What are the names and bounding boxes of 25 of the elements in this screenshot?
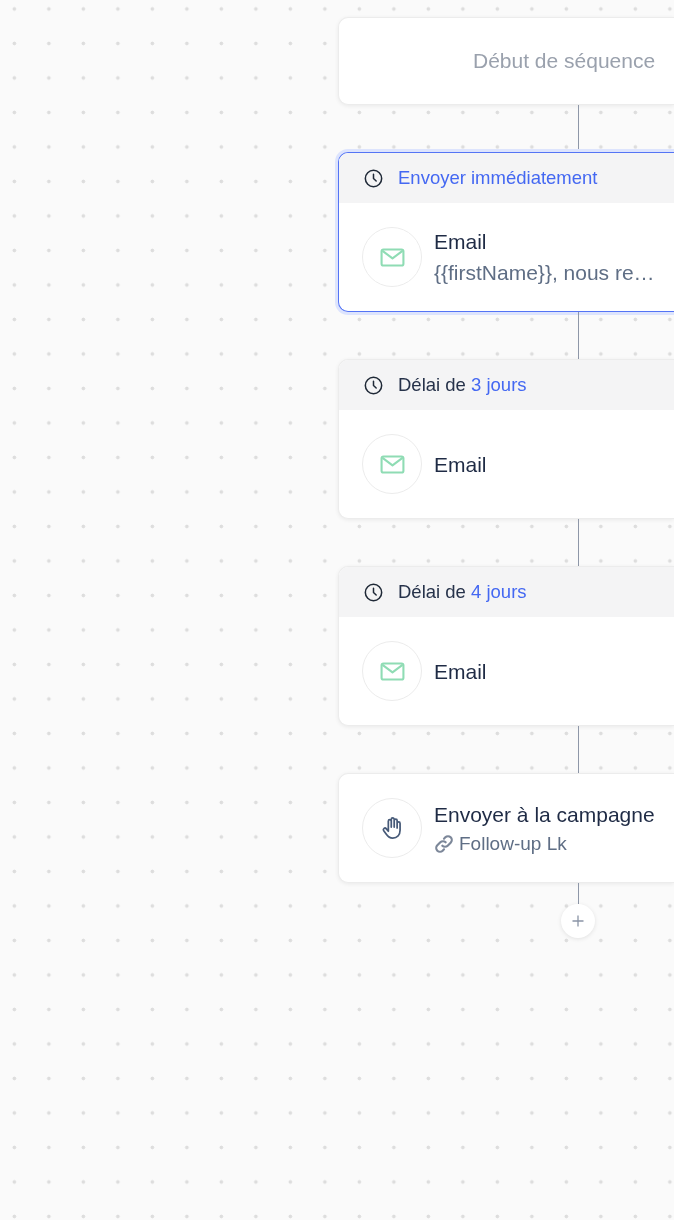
connector-line [578, 726, 579, 773]
delay-label: Délai de 4 jours [398, 581, 527, 603]
link-icon [434, 833, 454, 854]
add-step-button[interactable] [561, 904, 595, 938]
step-card[interactable]: Envoyer immédiatement Email {{firstName}}, nous re… [338, 152, 674, 312]
delay-label: Envoyer immédiatement [398, 167, 598, 189]
step-title: Envoyer à la campagne [434, 801, 655, 828]
step-preview: {{firstName}}, nous re… [434, 260, 655, 286]
clock-icon [364, 582, 383, 602]
connector-line [578, 105, 579, 152]
clock-icon [364, 168, 383, 188]
connector-line [578, 312, 579, 359]
connector-line [578, 519, 579, 566]
step-card[interactable]: Envoyer à la campagne Follow-up Lk [338, 773, 674, 883]
start-node-label: Début de séquence [473, 49, 656, 73]
connector-line [578, 883, 579, 904]
step-title: Email [434, 229, 488, 255]
clock-icon [364, 375, 383, 395]
campaign-link[interactable]: Follow-up Lk [459, 831, 567, 856]
step-title: Email [434, 451, 487, 478]
delay-label: Délai de 3 jours [398, 374, 527, 396]
plus-icon [572, 915, 584, 927]
step-card[interactable]: Délai de 4 jours Email [338, 566, 674, 726]
step-card[interactable]: Délai de 3 jours Email [338, 359, 674, 519]
step-title: Email [434, 658, 487, 685]
